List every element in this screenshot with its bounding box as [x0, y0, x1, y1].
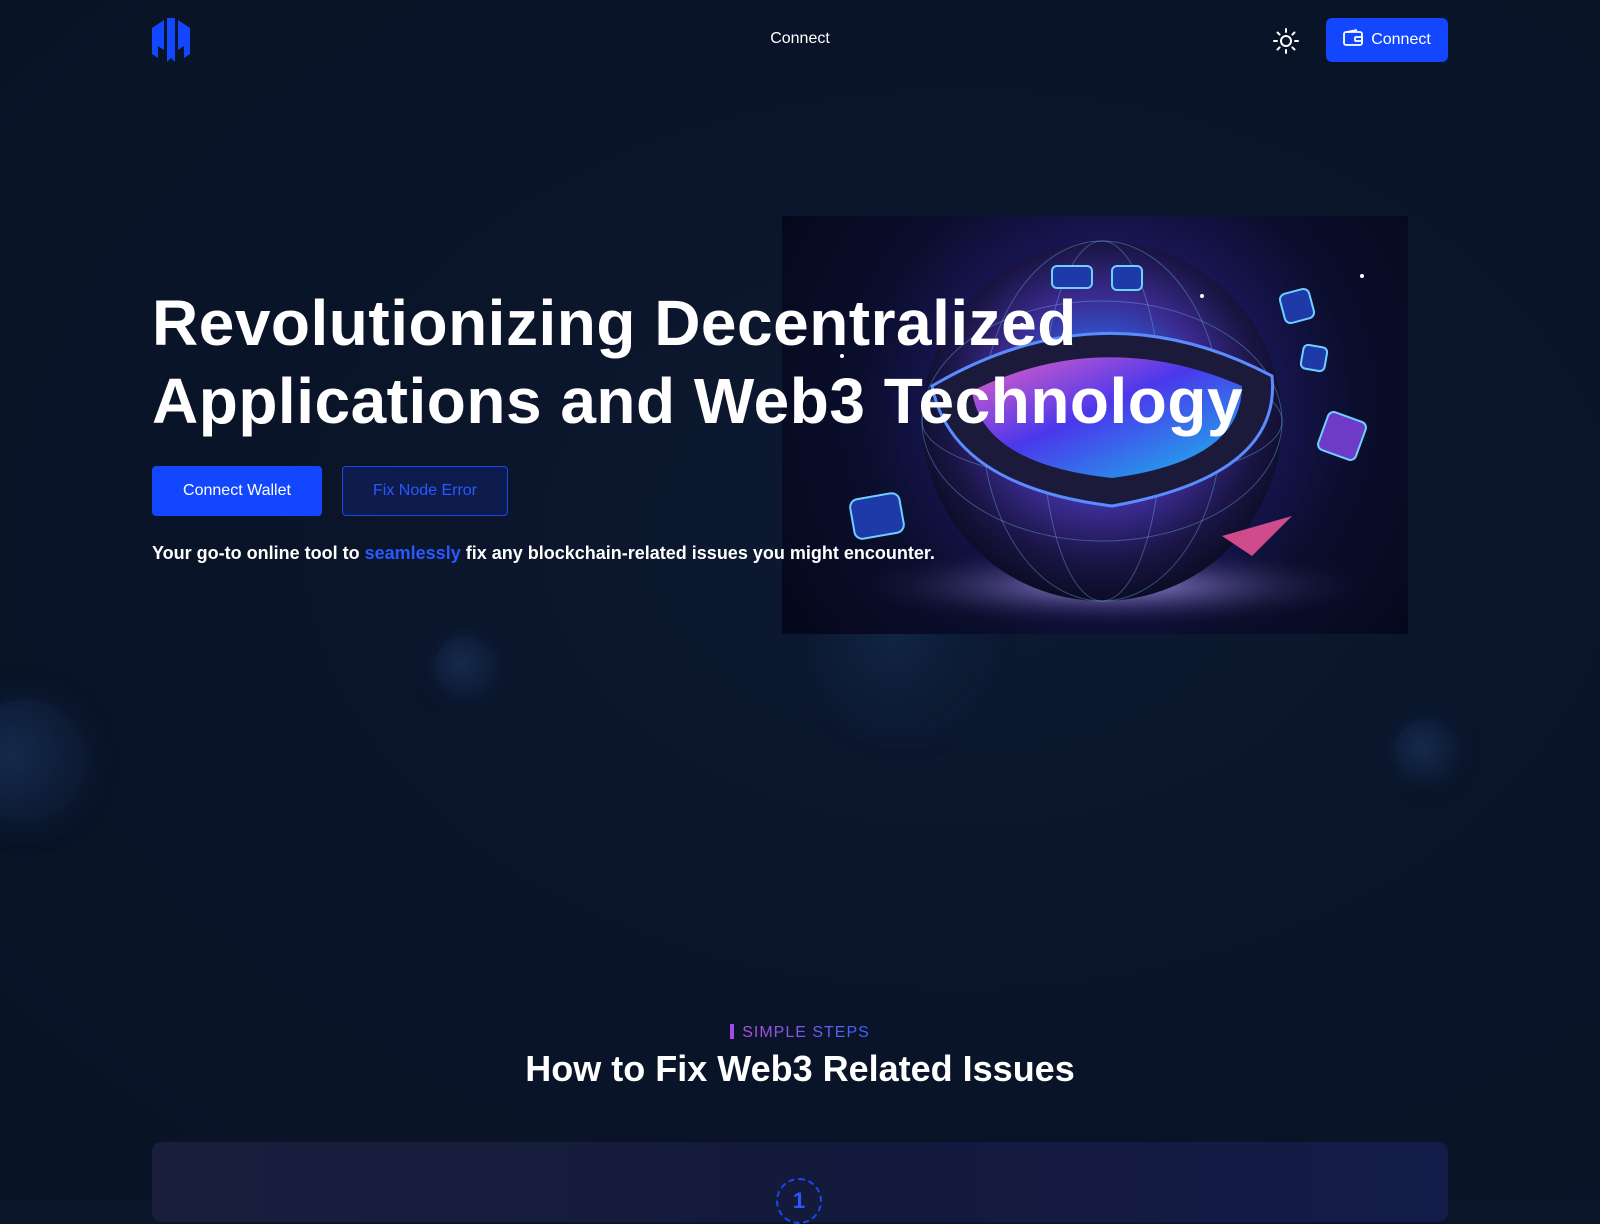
eyebrow-bar: [730, 1024, 735, 1039]
decorative-orb: [1395, 720, 1455, 780]
hero-title-line1: Revolutionizing Decentralized: [152, 287, 1077, 359]
connect-wallet-button[interactable]: Connect Wallet: [152, 466, 322, 516]
connect-button-label: Connect: [1371, 31, 1431, 48]
tagline-text-end: fix any blockchain-related issues you mi…: [460, 543, 935, 563]
tagline-text: Your go-to online tool to: [152, 543, 365, 563]
eyebrow-label: SIMPLE STEPS: [742, 1024, 870, 1041]
nav-connect-link[interactable]: Connect: [740, 30, 860, 48]
fix-node-error-button[interactable]: Fix Node Error: [342, 466, 508, 516]
step-card: 1: [152, 1142, 1448, 1224]
wallet-icon: [1343, 28, 1364, 52]
hero-title-line2: Applications and Web3 Technology: [152, 365, 1244, 437]
sun-icon[interactable]: [1272, 27, 1300, 55]
section-eyebrow: SIMPLE STEPS: [0, 1024, 1600, 1042]
hexagon-logo-icon[interactable]: [152, 18, 190, 62]
tagline-accent: seamlessly: [364, 543, 461, 563]
hero-tagline: Your go-to online tool to seamlessly fix…: [152, 543, 935, 564]
hero-title: Revolutionizing Decentralized Applicatio…: [152, 284, 1252, 440]
decorative-orb: [435, 636, 495, 696]
step-number-badge: 1: [776, 1178, 822, 1224]
section-title: How to Fix Web3 Related Issues: [525, 1048, 1075, 1089]
site-header: Connect Connect: [0, 0, 1600, 80]
connect-button[interactable]: Connect: [1326, 18, 1448, 62]
